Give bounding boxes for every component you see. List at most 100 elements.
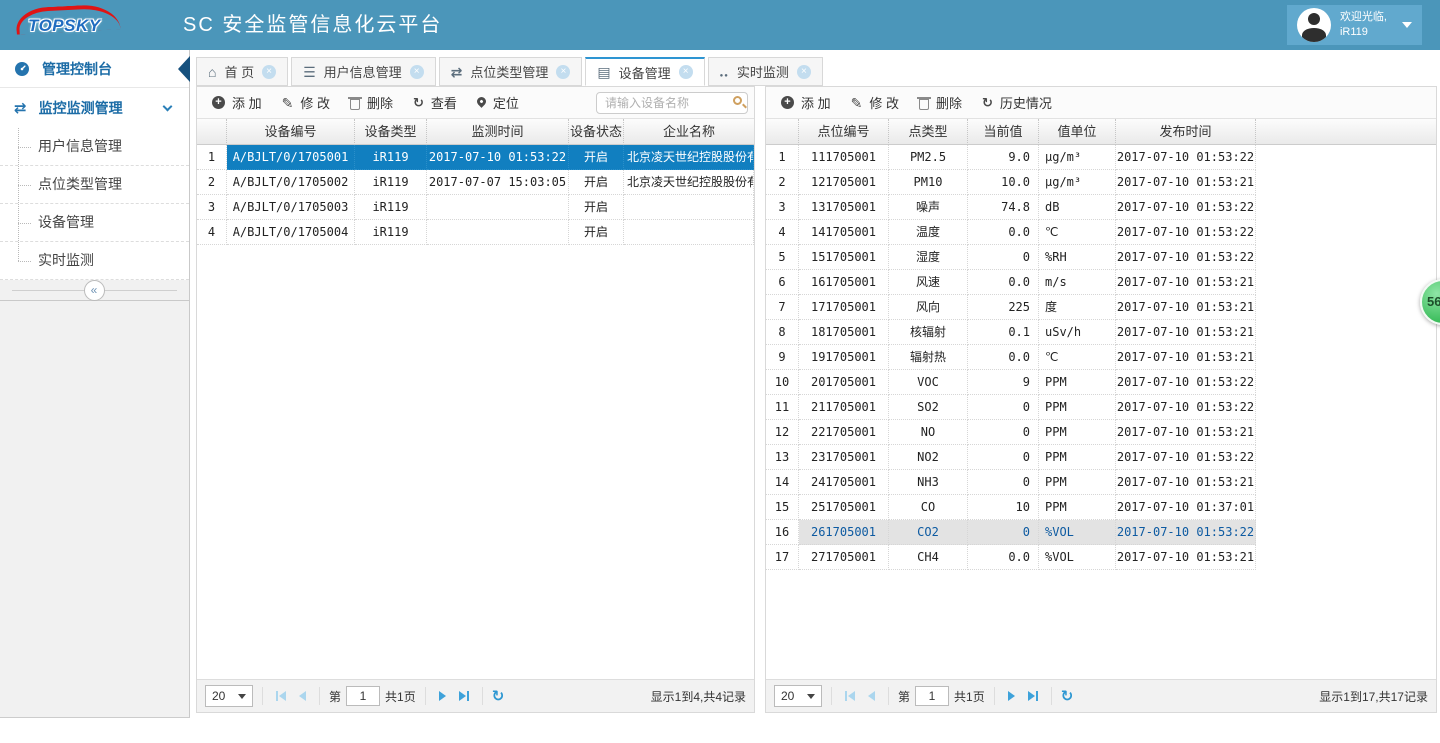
table-row[interactable]: 4A/BJLT/0/1705004iR119开启 bbox=[197, 220, 754, 245]
cell: A/BJLT/0/1705004 bbox=[227, 220, 355, 245]
tab-users[interactable]: 用户信息管理 bbox=[291, 57, 436, 86]
sidebar-group-monitoring[interactable]: 监控监测管理 bbox=[0, 88, 189, 128]
table-row[interactable]: 1111705001PM2.59.0μg/m³2017-07-10 01:53:… bbox=[766, 145, 1256, 170]
table-row[interactable]: 9191705001辐射热0.0℃2017-07-10 01:53:21 bbox=[766, 345, 1256, 370]
last-page-button[interactable] bbox=[455, 691, 473, 701]
table-row[interactable]: 7171705001风向225度2017-07-10 01:53:21 bbox=[766, 295, 1256, 320]
add-button[interactable]: 添 加 bbox=[203, 90, 271, 116]
user-menu[interactable]: 欢迎光临, iR119 bbox=[1287, 5, 1422, 45]
table-row[interactable]: 6161705001风速0.0m/s2017-07-10 01:53:21 bbox=[766, 270, 1256, 295]
close-icon[interactable] bbox=[410, 65, 424, 79]
refresh-icon[interactable] bbox=[492, 687, 505, 705]
cell: VOC bbox=[889, 370, 968, 395]
sidebar-item-console[interactable]: 管理控制台 bbox=[0, 50, 189, 88]
page-size-select[interactable]: 20 bbox=[774, 685, 822, 707]
first-page-button[interactable] bbox=[841, 691, 859, 701]
last-page-button[interactable] bbox=[1024, 691, 1042, 701]
cell: A/BJLT/0/1705002 bbox=[227, 170, 355, 195]
column-header: 企业名称 bbox=[624, 119, 754, 145]
table-row[interactable]: 1A/BJLT/0/1705001iR1192017-07-10 01:53:2… bbox=[197, 145, 754, 170]
prev-page-button[interactable] bbox=[864, 691, 879, 701]
row-number-cell: 14 bbox=[766, 470, 799, 495]
cell: 0 bbox=[968, 395, 1039, 420]
table-row[interactable]: 14241705001NH30PPM2017-07-10 01:53:21 bbox=[766, 470, 1256, 495]
cell: 温度 bbox=[889, 220, 968, 245]
row-number-cell: 9 bbox=[766, 345, 799, 370]
edit-icon bbox=[282, 96, 294, 110]
cell: 0.0 bbox=[968, 345, 1039, 370]
tab-devices[interactable]: 设备管理 bbox=[585, 57, 704, 86]
tab-home[interactable]: 首 页 bbox=[196, 57, 288, 86]
edit-button[interactable]: 修 改 bbox=[273, 90, 339, 116]
page-number-input[interactable] bbox=[346, 686, 380, 706]
next-page-button[interactable] bbox=[1004, 691, 1019, 701]
cell: 2017-07-10 01:53:21 bbox=[1116, 345, 1256, 370]
close-icon[interactable] bbox=[556, 65, 570, 79]
locate-button[interactable]: 定位 bbox=[468, 90, 528, 116]
cell: dB bbox=[1039, 195, 1116, 220]
cell: 2017-07-10 01:53:22 bbox=[427, 145, 569, 170]
table-row[interactable]: 10201705001VOC9PPM2017-07-10 01:53:22 bbox=[766, 370, 1256, 395]
table-row[interactable]: 16261705001CO20%VOL2017-07-10 01:53:22 bbox=[766, 520, 1256, 545]
table-row[interactable]: 11211705001SO20PPM2017-07-10 01:53:22 bbox=[766, 395, 1256, 420]
cell: CO bbox=[889, 495, 968, 520]
view-button[interactable]: 查看 bbox=[404, 90, 466, 116]
table-row[interactable]: 17271705001CH40.0%VOL2017-07-10 01:53:21 bbox=[766, 545, 1256, 570]
row-number-cell: 2 bbox=[766, 170, 799, 195]
cell: CO2 bbox=[889, 520, 968, 545]
add-button[interactable]: 添 加 bbox=[772, 90, 840, 116]
table-row[interactable]: 12221705001NO0PPM2017-07-10 01:53:21 bbox=[766, 420, 1256, 445]
divider bbox=[1051, 687, 1052, 705]
refresh-icon[interactable] bbox=[1061, 687, 1074, 705]
divider bbox=[831, 687, 832, 705]
search-input[interactable] bbox=[596, 92, 748, 114]
cell: μg/m³ bbox=[1039, 145, 1116, 170]
divider bbox=[482, 687, 483, 705]
page-number-input[interactable] bbox=[915, 686, 949, 706]
divider bbox=[425, 687, 426, 705]
cell bbox=[427, 195, 569, 220]
close-icon[interactable] bbox=[797, 65, 811, 79]
sidebar-item-realtime[interactable]: 实时监测 bbox=[0, 242, 189, 280]
sidebar-collapse-button[interactable]: « bbox=[0, 280, 189, 301]
table-row[interactable]: 2121705001PM1010.0μg/m³2017-07-10 01:53:… bbox=[766, 170, 1256, 195]
table-row[interactable]: 15251705001CO10PPM2017-07-10 01:37:01 bbox=[766, 495, 1256, 520]
sidebar-item-point-types[interactable]: 点位类型管理 bbox=[0, 166, 189, 204]
loop-icon bbox=[451, 65, 463, 79]
next-page-button[interactable] bbox=[435, 691, 450, 701]
search-icon[interactable] bbox=[733, 96, 742, 105]
prev-page-button[interactable] bbox=[295, 691, 310, 701]
delete-button[interactable]: 删除 bbox=[910, 90, 971, 116]
sidebar-item-users[interactable]: 用户信息管理 bbox=[0, 128, 189, 166]
edit-button[interactable]: 修 改 bbox=[842, 90, 908, 116]
cell: 211705001 bbox=[799, 395, 889, 420]
divider bbox=[319, 687, 320, 705]
tab-label: 点位类型管理 bbox=[470, 62, 548, 81]
close-icon[interactable] bbox=[679, 65, 693, 79]
page-size-select[interactable]: 20 bbox=[205, 685, 253, 707]
column-header-filler bbox=[1256, 119, 1436, 145]
first-page-button[interactable] bbox=[272, 691, 290, 701]
table-row[interactable]: 2A/BJLT/0/1705002iR1192017-07-07 15:03:0… bbox=[197, 170, 754, 195]
table-row[interactable]: 13231705001NO20PPM2017-07-10 01:53:22 bbox=[766, 445, 1256, 470]
table-row[interactable]: 5151705001湿度0%RH2017-07-10 01:53:22 bbox=[766, 245, 1256, 270]
table-row[interactable]: 8181705001核辐射0.1uSv/h2017-07-10 01:53:21 bbox=[766, 320, 1256, 345]
cell: 湿度 bbox=[889, 245, 968, 270]
cell: iR119 bbox=[355, 195, 427, 220]
cell: NO bbox=[889, 420, 968, 445]
cell: 风速 bbox=[889, 270, 968, 295]
chevron-down-icon bbox=[163, 101, 173, 111]
history-button[interactable]: 历史情况 bbox=[973, 90, 1061, 116]
tab-point-types[interactable]: 点位类型管理 bbox=[439, 57, 583, 86]
add-icon bbox=[781, 96, 794, 109]
cell: iR119 bbox=[355, 220, 427, 245]
table-row[interactable]: 3131705001噪声74.8dB2017-07-10 01:53:22 bbox=[766, 195, 1256, 220]
sidebar-item-devices[interactable]: 设备管理 bbox=[0, 204, 189, 242]
delete-button[interactable]: 删除 bbox=[341, 90, 402, 116]
tab-realtime[interactable]: 实时监测 bbox=[708, 57, 823, 86]
close-icon[interactable] bbox=[262, 65, 276, 79]
table-row[interactable]: 4141705001温度0.0℃2017-07-10 01:53:22 bbox=[766, 220, 1256, 245]
cell: 2017-07-10 01:53:21 bbox=[1116, 420, 1256, 445]
cell: 2017-07-10 01:53:22 bbox=[1116, 520, 1256, 545]
table-row[interactable]: 3A/BJLT/0/1705003iR119开启 bbox=[197, 195, 754, 220]
